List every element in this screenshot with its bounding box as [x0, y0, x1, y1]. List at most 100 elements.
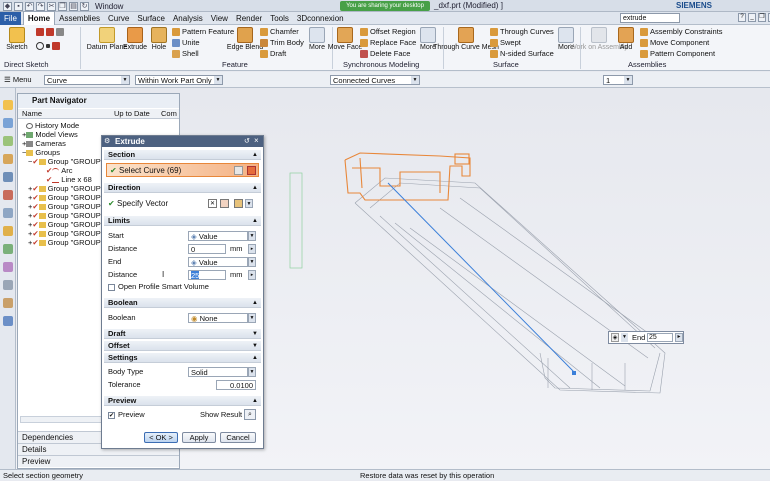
reverse-direction-icon[interactable]: ✕	[208, 199, 217, 208]
specify-vector-row[interactable]: ✔ Specify Vector ✕ ▼	[106, 198, 259, 210]
paste-icon[interactable]: ▤	[69, 1, 78, 11]
move-component-button[interactable]: Move Component	[640, 38, 709, 47]
settings-group-header[interactable]: Settings ▲	[104, 353, 261, 363]
tab-analysis[interactable]: Analysis	[169, 12, 207, 25]
limits-group-header[interactable]: Limits ▲	[104, 216, 261, 226]
restore-icon[interactable]: ❐	[758, 13, 766, 22]
tab-tools[interactable]: Tools	[266, 12, 293, 25]
chevron-down-icon[interactable]: ▼	[621, 333, 628, 342]
chevron-down-icon[interactable]: ▼	[248, 367, 256, 377]
curve-selection-icon[interactable]	[247, 166, 256, 175]
select-curve-row[interactable]: ✔ Select Curve (69)	[106, 163, 259, 177]
tab-3dconnexion[interactable]: 3Dconnexion	[293, 12, 348, 25]
sketch-button[interactable]: Sketch	[2, 27, 32, 52]
part-navigator-icon[interactable]	[3, 100, 13, 110]
fillet-icon[interactable]	[52, 42, 60, 50]
tab-file[interactable]: File	[0, 11, 21, 25]
web-browser-icon[interactable]	[3, 190, 13, 200]
line-tool[interactable]	[36, 28, 64, 36]
spinner-icon[interactable]: ▸	[248, 270, 256, 280]
chamfer-button[interactable]: Chamfer	[260, 27, 299, 36]
add-component-button[interactable]: Add	[611, 27, 641, 52]
tab-view[interactable]: View	[207, 12, 232, 25]
direction-group-header[interactable]: Direction ▲	[104, 183, 261, 193]
help-icon[interactable]: ?	[738, 13, 746, 22]
assembly-navigator-icon[interactable]	[3, 118, 13, 128]
rectangle-icon[interactable]	[56, 28, 64, 36]
vector-type-icon[interactable]	[234, 199, 243, 208]
trim-body-button[interactable]: Trim Body	[260, 38, 304, 47]
pattern-feature-button[interactable]: Pattern Feature	[172, 27, 234, 36]
extrude-dialog-title[interactable]: Extrude	[102, 136, 263, 147]
end-distance-input[interactable]: 25	[188, 270, 226, 280]
chevron-down-icon[interactable]: ▼	[248, 257, 256, 267]
spinner-icon[interactable]: ▸	[248, 244, 256, 254]
end-onscreen-input[interactable]: 25	[647, 333, 673, 342]
constraint-navigator-icon[interactable]	[3, 136, 13, 146]
edge-blend-button[interactable]: Edge Blend	[227, 27, 263, 52]
delete-face-button[interactable]: Delete Face	[360, 49, 410, 58]
layer-select[interactable]: 1 ▼	[603, 75, 633, 85]
tree-item-history-mode[interactable]: History Mode	[18, 121, 179, 130]
move-face-button[interactable]: Move Face	[328, 27, 362, 52]
ok-button[interactable]: < OK >	[144, 432, 178, 443]
command-search-input[interactable]: extrude	[620, 13, 680, 23]
history-icon[interactable]	[3, 208, 13, 218]
through-curves-button[interactable]: Through Curves	[490, 27, 554, 36]
draft-button[interactable]: Draft	[260, 49, 286, 58]
through-curve-mesh-button[interactable]: Through Curve Mesh	[433, 27, 499, 52]
save-icon[interactable]: ▪	[14, 1, 23, 11]
close-icon[interactable]: ×	[254, 136, 259, 145]
process-studio-icon[interactable]	[3, 244, 13, 254]
copy-icon[interactable]: ❐	[58, 1, 67, 11]
reset-icon[interactable]: ↺	[244, 137, 250, 145]
unite-button[interactable]: Unite	[172, 38, 200, 47]
curve-tools-row[interactable]	[36, 42, 60, 50]
system-scenes-icon[interactable]	[3, 280, 13, 290]
chevron-down-icon[interactable]: ▼	[248, 231, 256, 241]
arc-tool-icon[interactable]	[46, 28, 54, 36]
show-result-magnifier-icon[interactable]: ⌕	[244, 409, 256, 420]
cut-icon[interactable]: ✂	[47, 1, 56, 11]
undo-icon[interactable]: ↶	[25, 1, 34, 11]
value-type-icon[interactable]: ◈	[611, 333, 619, 342]
circle-icon[interactable]	[36, 42, 44, 50]
preview-group-header[interactable]: Preview ▲	[104, 396, 261, 406]
replace-face-button[interactable]: Replace Face	[360, 38, 416, 47]
spinner-icon[interactable]: ▸	[675, 333, 683, 342]
section-group-header[interactable]: Section ▲	[104, 150, 261, 160]
system-materials-icon[interactable]	[3, 226, 13, 236]
chevron-down-icon[interactable]: ▼	[248, 313, 256, 323]
vector-dialog-icon[interactable]	[220, 199, 229, 208]
minimize-icon[interactable]: _	[748, 13, 756, 22]
apply-button[interactable]: Apply	[182, 432, 216, 443]
sketch-section-icon[interactable]	[234, 166, 243, 175]
preview-panel-header[interactable]: Preview	[18, 455, 179, 467]
boolean-group-header[interactable]: Boolean ▲	[104, 298, 261, 308]
resource-tool-icon[interactable]	[3, 298, 13, 308]
hd3d-tools-icon[interactable]	[3, 172, 13, 182]
cancel-button[interactable]: Cancel	[220, 432, 256, 443]
roles-icon[interactable]	[3, 262, 13, 272]
tab-render[interactable]: Render	[232, 12, 266, 25]
body-type-select[interactable]: Solid	[188, 367, 248, 377]
chevron-down-icon[interactable]: ▼	[245, 199, 253, 208]
redo-icon[interactable]: ↷	[36, 1, 45, 11]
end-type-select[interactable]: ◈ Value	[188, 257, 248, 267]
start-distance-input[interactable]: 0	[188, 244, 226, 254]
hole-button[interactable]: Hole	[144, 27, 174, 52]
menu-button[interactable]: ☰ Menu	[2, 75, 38, 85]
curve-rule-select[interactable]: Connected Curves ▼	[330, 75, 420, 85]
boolean-select[interactable]: ◉ None	[188, 313, 248, 323]
n-sided-surface-button[interactable]: N-sided Surface	[490, 49, 554, 58]
preview-checkbox[interactable]: ✔	[108, 412, 115, 419]
offset-group-header[interactable]: Offset ▼	[104, 341, 261, 351]
assembly-constraints-button[interactable]: Assembly Constraints	[640, 27, 723, 36]
tab-surface[interactable]: Surface	[133, 12, 169, 25]
type-filter-select[interactable]: Curve ▼	[44, 75, 130, 85]
offset-region-button[interactable]: Offset Region	[360, 27, 416, 36]
column-comment[interactable]: Com	[161, 109, 177, 119]
reuse-library-icon[interactable]	[3, 154, 13, 164]
column-up-to-date[interactable]: Up to Date	[114, 109, 150, 119]
window-menu[interactable]: Window	[95, 2, 123, 11]
